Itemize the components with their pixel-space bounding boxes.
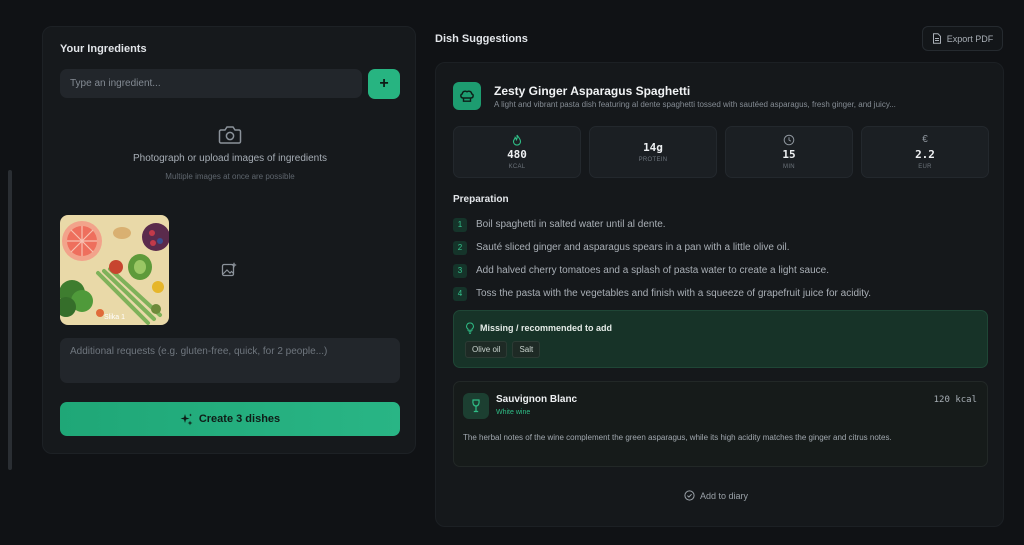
list-item: 2 Sauté sliced ginger and asparagus spea… [453,236,871,259]
ingredient-image-thumbnail[interactable]: Slika 1 [60,215,169,325]
check-circle-icon [684,490,695,501]
step-text: Sauté sliced ginger and asparagus spears… [476,242,790,253]
lightbulb-icon [466,322,474,334]
list-item: 1 Boil spaghetti in salted water until a… [453,213,871,236]
stat-cost-value: 2.2 [915,148,935,161]
wine-name: Sauvignon Blanc [496,394,578,405]
stat-time: 15 MIN [725,126,853,178]
dish-description: A light and vibrant pasta dish featuring… [494,100,896,109]
stat-cost-unit: EUR [918,164,932,170]
dish-card: Zesty Ginger Asparagus Spaghetti A light… [435,62,1004,527]
tag-olive-oil[interactable]: Olive oil [465,341,508,358]
list-item: 4 Toss the pasta with the vegetables and… [453,282,871,305]
add-image-icon[interactable] [221,262,237,278]
stat-kcal-value: 480 [507,148,527,161]
upload-text: Photograph or upload images of ingredien… [132,153,328,164]
camera-icon [218,126,242,144]
chef-hat-icon [453,82,481,110]
stat-time-value: 15 [782,148,796,161]
preparation-title: Preparation [453,194,509,205]
additional-requests-field[interactable] [60,338,400,383]
stat-protein-value: 14g [643,141,663,154]
add-to-diary-label: Add to diary [700,490,749,501]
missing-ingredients-box: Missing / recommended to add Olive oil S… [453,310,988,368]
stat-protein-unit: PROTEIN [638,157,668,163]
missing-title: Missing / recommended to add [480,323,613,333]
ingredient-photo [60,215,169,325]
stat-kcal: 480 KCAL [453,126,581,178]
stat-kcal-unit: KCAL [508,164,526,170]
step-number: 2 [453,240,467,255]
stat-protein: 14g PROTEIN [589,126,717,178]
missing-tags: Olive oil Salt [465,341,541,358]
list-item: 3 Add halved cherry tomatoes and a splas… [453,259,871,282]
dish-name: Zesty Ginger Asparagus Spaghetti [494,84,691,98]
export-pdf-button[interactable]: Export PDF [922,26,1003,51]
add-ingredient-button[interactable]: + [368,69,400,99]
create-dishes-button[interactable]: Create 3 dishes [60,402,400,436]
nutrition-stats: 480 KCAL 14g PROTEIN 15 MIN € 2.2 EUR [453,126,989,178]
sparkles-icon [180,413,193,425]
step-number: 4 [453,286,467,301]
add-to-diary-button[interactable]: Add to diary [684,490,748,501]
euro-icon: € [922,134,928,145]
upload-dropzone[interactable]: Photograph or upload images of ingredien… [60,122,400,192]
wine-glass-icon [463,393,489,419]
thumbnail-caption: Slika 1 [103,314,125,321]
page-scrollbar[interactable] [8,170,12,470]
create-dishes-label: Create 3 dishes [198,413,281,425]
flame-icon [512,134,522,146]
wine-type: White wine [496,409,531,416]
dish-suggestions-title: Dish Suggestions [435,33,528,45]
ingredients-title: Your Ingredients [60,43,147,55]
plus-icon: + [379,75,389,92]
wine-pairing-card: Sauvignon Blanc White wine 120 kcal The … [453,381,988,467]
step-text: Toss the pasta with the vegetables and f… [476,288,872,299]
wine-description: The herbal notes of the wine complement … [463,433,892,442]
ingredient-input[interactable] [60,69,362,98]
step-number: 1 [453,217,467,232]
stat-cost: € 2.2 EUR [861,126,989,178]
stat-time-unit: MIN [783,164,795,170]
export-pdf-label: Export PDF [946,33,994,44]
document-icon [932,33,941,44]
preparation-steps: 1 Boil spaghetti in salted water until a… [453,213,871,305]
step-text: Add halved cherry tomatoes and a splash … [476,265,829,276]
upload-subtext: Multiple images at once are possible [165,172,295,181]
ingredients-panel: Your Ingredients + Photograph or upload … [42,26,416,454]
step-number: 3 [453,263,467,278]
clock-icon [783,134,795,146]
tag-salt[interactable]: Salt [512,341,541,358]
wine-kcal: 120 kcal [933,395,977,405]
step-text: Boil spaghetti in salted water until al … [476,219,666,230]
